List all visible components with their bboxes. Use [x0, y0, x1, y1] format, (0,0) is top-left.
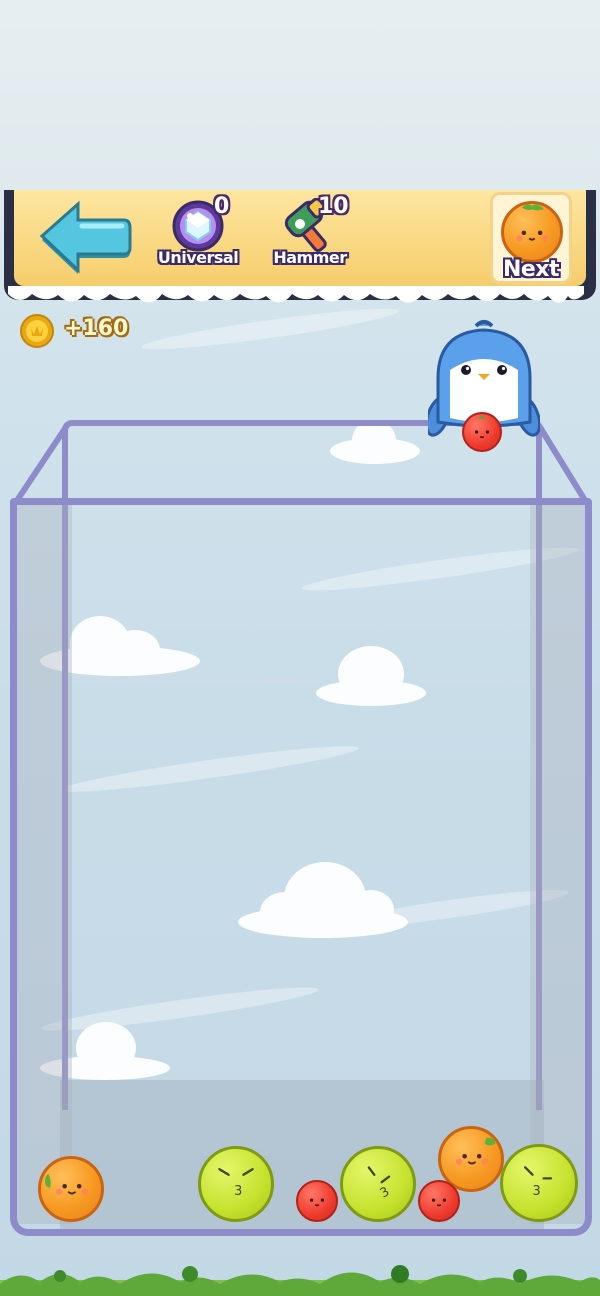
back-button[interactable] [38, 198, 132, 276]
snow-trim [8, 286, 584, 303]
universal-booster-button[interactable]: 0 Universal [150, 194, 246, 274]
svg-text:3: 3 [378, 1184, 393, 1201]
next-label: Next [502, 257, 560, 282]
hammer-booster-button[interactable]: 10 Hammer [268, 194, 360, 274]
hammer-label: Hammer [273, 248, 347, 267]
svg-text:3: 3 [533, 1184, 541, 1199]
next-fruit-orange [501, 201, 563, 263]
gold-coin-icon [20, 314, 54, 348]
ground-foliage [0, 1265, 600, 1296]
universal-label: Universal [157, 248, 239, 267]
fruit-tomato [418, 1180, 460, 1222]
held-fruit-tomato [462, 412, 502, 452]
fruit-lime: 3 [500, 1144, 578, 1222]
back-arrow-icon [39, 200, 132, 274]
hammer-count: 10 [318, 194, 349, 219]
fruit-orange [38, 1156, 104, 1222]
fruit-tomato [296, 1180, 338, 1222]
jar-front-frame [10, 498, 592, 1236]
universal-count: 0 [214, 194, 230, 219]
score-value: +160 [64, 316, 129, 341]
fruit-lime: 3 [340, 1146, 416, 1222]
fruit-lime: 3 [198, 1146, 274, 1222]
svg-text:3: 3 [234, 1184, 242, 1199]
next-fruit-preview: Next [490, 192, 572, 284]
